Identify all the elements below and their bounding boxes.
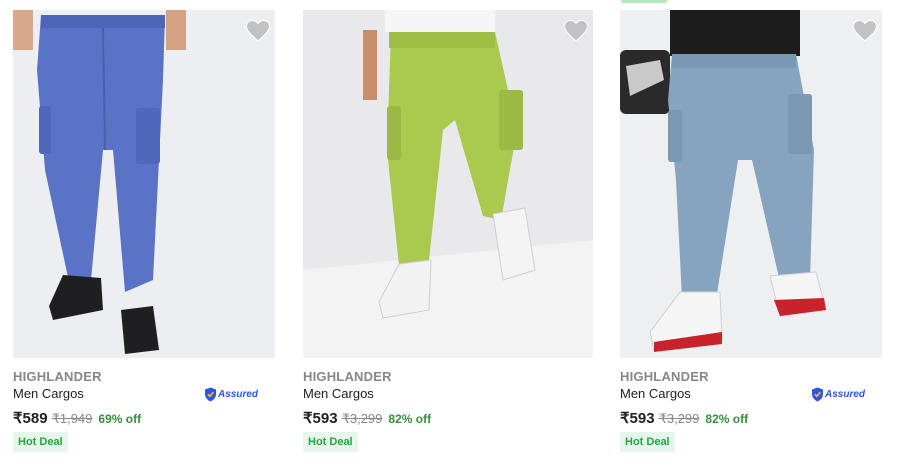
- original-price: ₹3,299: [658, 411, 700, 426]
- hot-deal-badge: Hot Deal: [620, 432, 675, 452]
- original-price: ₹1,949: [51, 411, 93, 426]
- price-row: ₹593 ₹3,299 82% off: [303, 409, 431, 427]
- wishlist-heart-button[interactable]: [241, 14, 275, 48]
- product-card[interactable]: HIGHLANDER Men Cargos ₹593 ₹3,299 82% of…: [303, 0, 593, 459]
- selling-price: ₹593: [303, 410, 338, 427]
- product-brand: HIGHLANDER: [13, 369, 102, 384]
- product-title[interactable]: Men Cargos: [13, 386, 84, 401]
- wishlist-heart-button[interactable]: [848, 14, 882, 48]
- product-brand: HIGHLANDER: [620, 369, 709, 384]
- product-card[interactable]: HIGHLANDER Men Cargos Assured ₹589 ₹1,94…: [13, 0, 275, 459]
- selling-price: ₹593: [620, 410, 655, 427]
- product-brand: HIGHLANDER: [303, 369, 392, 384]
- discount-percent: 82% off: [388, 412, 432, 426]
- product-image[interactable]: [13, 10, 275, 358]
- heart-icon: [853, 20, 877, 42]
- wishlist-heart-button[interactable]: [559, 14, 593, 48]
- hot-deal-badge: Hot Deal: [13, 432, 68, 452]
- shield-check-icon: [205, 387, 216, 401]
- assured-badge: Assured: [811, 386, 865, 402]
- heart-icon: [246, 20, 270, 42]
- product-card[interactable]: HIGHLANDER Men Cargos Assured ₹593 ₹3,29…: [620, 0, 882, 459]
- price-row: ₹589 ₹1,949 69% off: [13, 409, 141, 427]
- assured-label: Assured: [825, 388, 866, 400]
- assured-label: Assured: [218, 388, 259, 400]
- original-price: ₹3,299: [341, 411, 383, 426]
- product-title[interactable]: Men Cargos: [620, 386, 691, 401]
- discount-percent: 82% off: [705, 412, 749, 426]
- product-image[interactable]: [303, 10, 593, 358]
- shield-check-icon: [812, 387, 823, 401]
- heart-icon: [564, 20, 588, 42]
- selling-price: ₹589: [13, 410, 48, 427]
- hot-deal-badge: Hot Deal: [303, 432, 358, 452]
- assured-badge: Assured: [204, 386, 258, 402]
- product-image[interactable]: [620, 10, 882, 358]
- product-title[interactable]: Men Cargos: [303, 386, 374, 401]
- price-row: ₹593 ₹3,299 82% off: [620, 409, 748, 427]
- discount-percent: 69% off: [98, 412, 142, 426]
